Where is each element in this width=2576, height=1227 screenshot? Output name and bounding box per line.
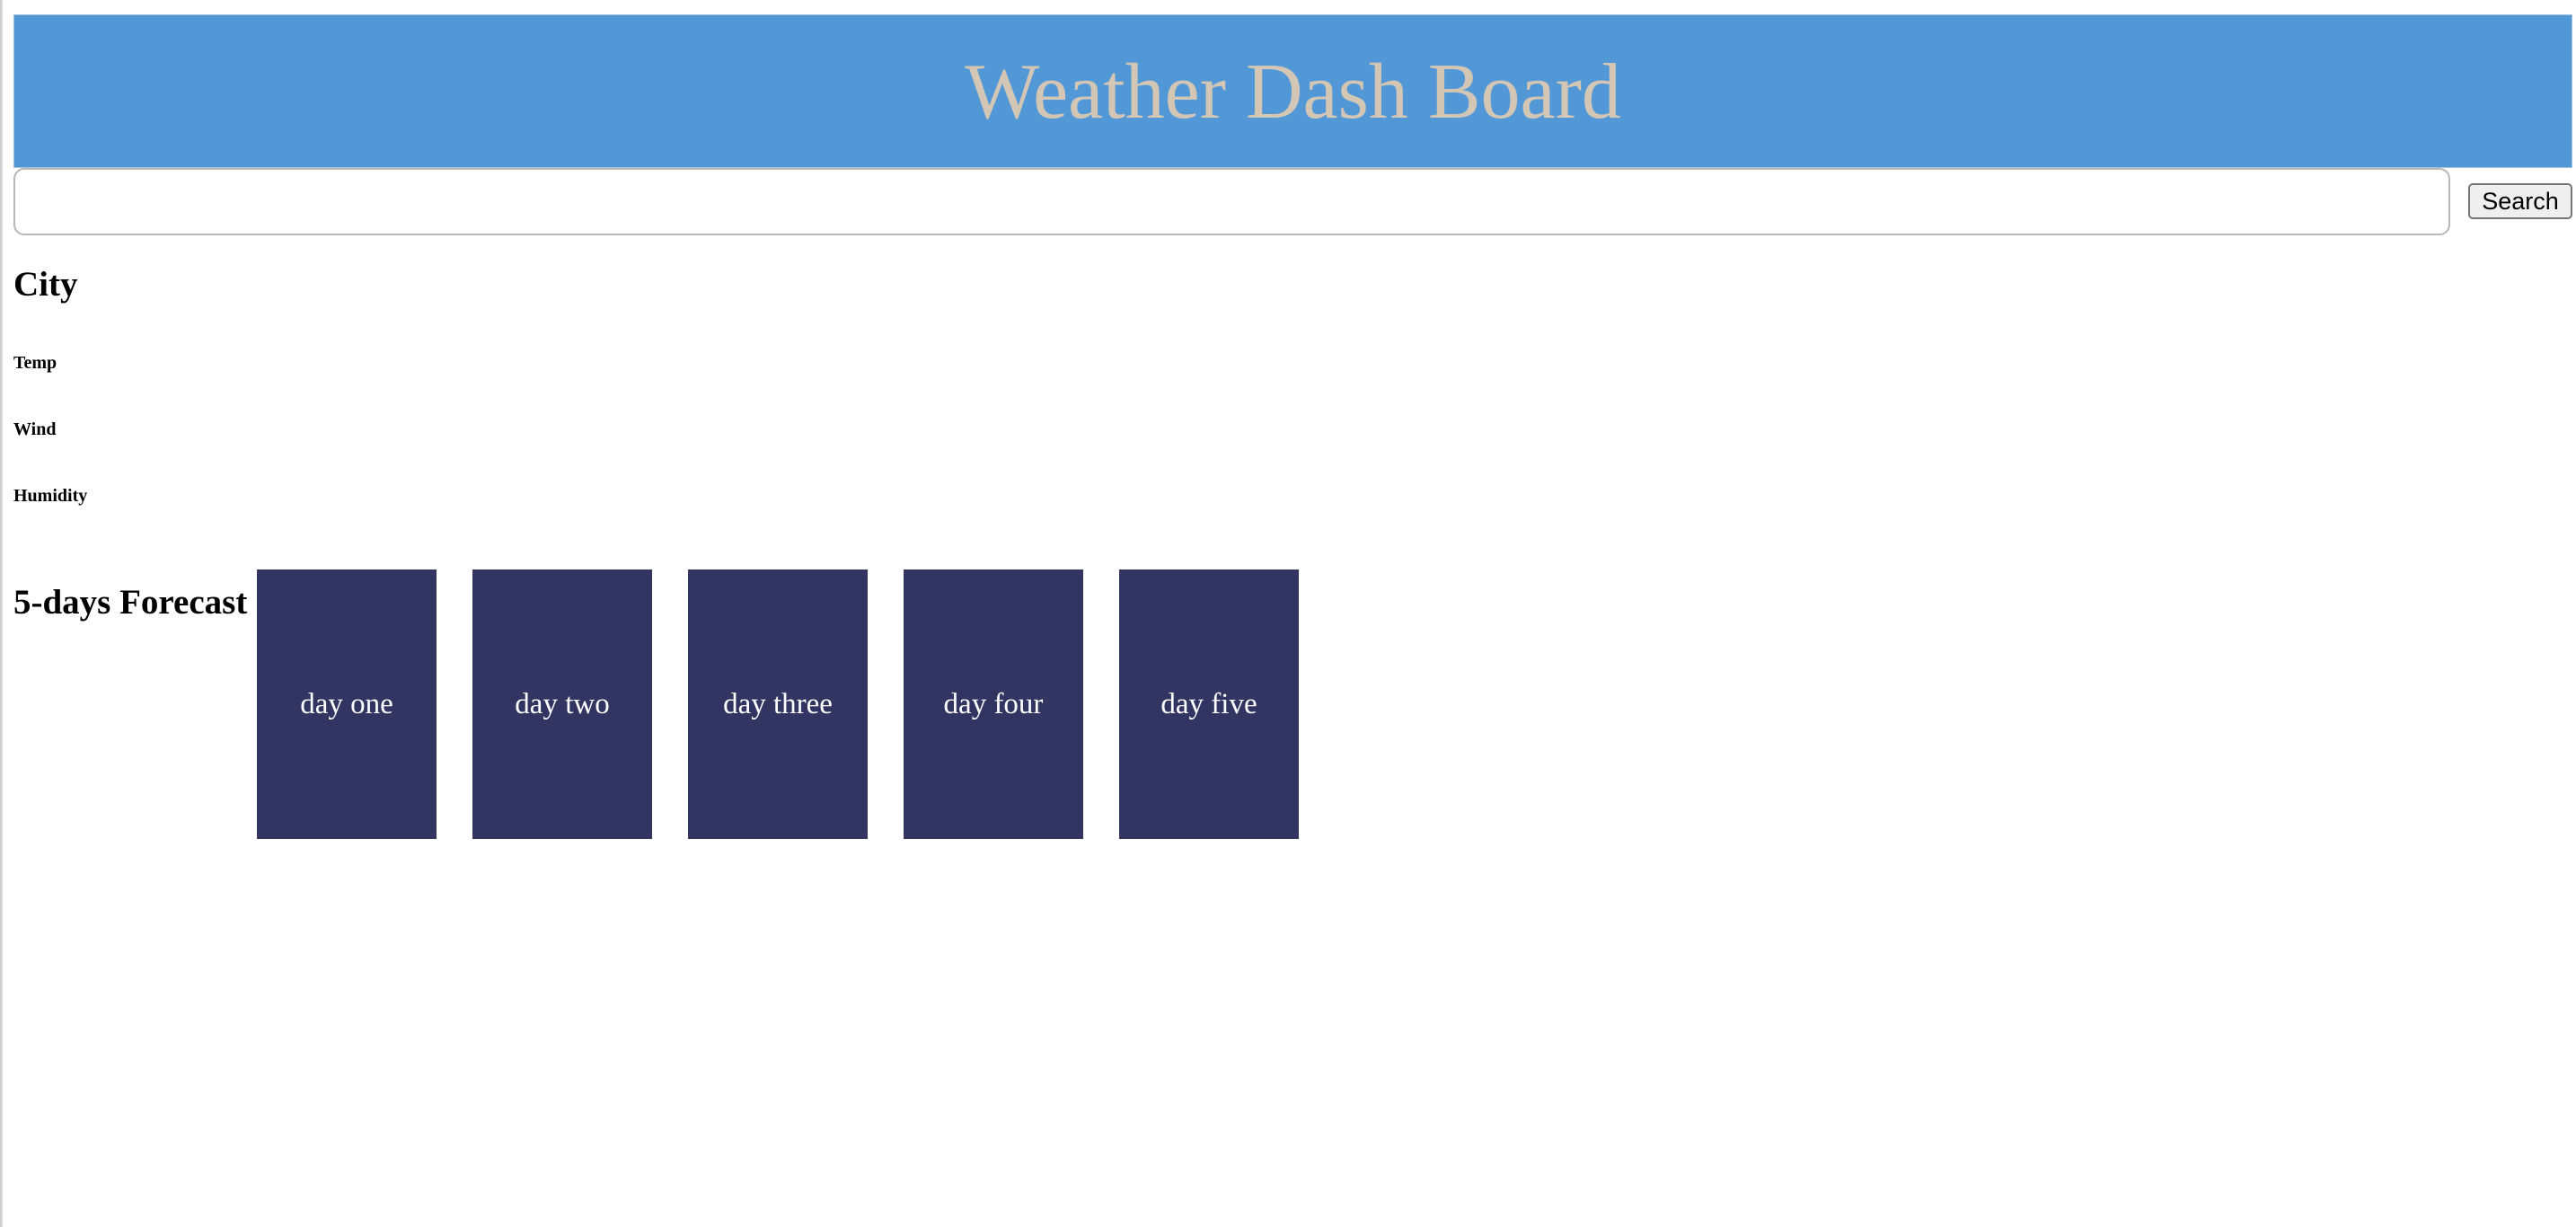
- search-input[interactable]: [13, 168, 2450, 235]
- search-button[interactable]: Search: [2468, 183, 2572, 219]
- page-title: Weather Dash Board: [965, 49, 1621, 136]
- forecast-heading: 5-days Forecast: [13, 583, 248, 622]
- wind-label: Wind: [13, 419, 57, 439]
- forecast-day-label: day four: [943, 687, 1044, 720]
- forecast-card-day-2: day two: [472, 569, 652, 839]
- forecast-day-label: day one: [300, 687, 393, 720]
- forecast-day-label: day two: [515, 687, 610, 720]
- page-header: Weather Dash Board: [13, 14, 2572, 168]
- forecast-day-label: day five: [1160, 687, 1257, 720]
- temp-label: Temp: [13, 353, 57, 373]
- city-heading: City: [13, 265, 78, 304]
- window-left-border: [0, 0, 3, 1227]
- forecast-card-day-5: day five: [1119, 569, 1299, 839]
- forecast-card-day-3: day three: [688, 569, 868, 839]
- humidity-label: Humidity: [13, 486, 88, 506]
- forecast-day-label: day three: [723, 687, 833, 720]
- forecast-card-day-1: day one: [257, 569, 437, 839]
- forecast-card-day-4: day four: [904, 569, 1083, 839]
